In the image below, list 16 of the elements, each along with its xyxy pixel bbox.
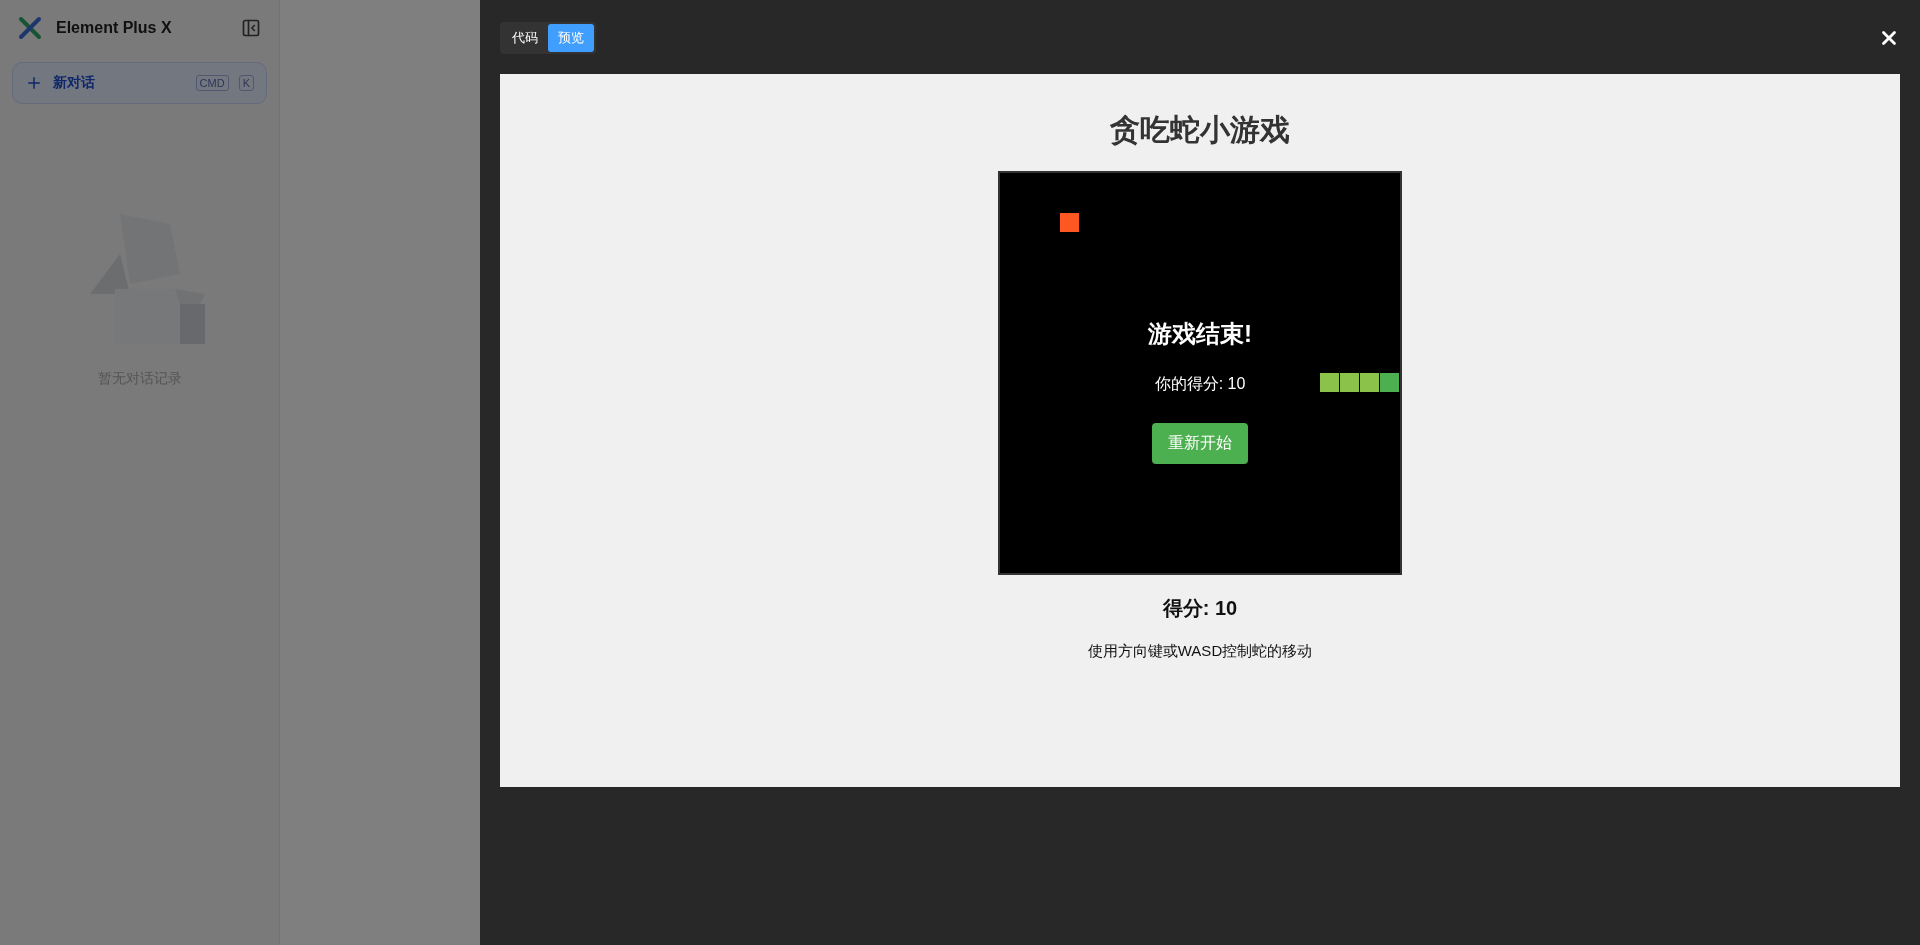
tab[interactable]: 预览: [548, 24, 594, 52]
controls-hint: 使用方向键或WASD控制蛇的移动: [1087, 642, 1313, 661]
tab[interactable]: 代码: [502, 24, 548, 52]
final-score: 你的得分: 10: [1154, 374, 1246, 394]
collapse-sidebar-icon[interactable]: [241, 18, 261, 38]
shortcut-key: CMD: [195, 75, 229, 91]
x-logo-icon: [18, 16, 42, 40]
app-title: Element Plus X: [56, 19, 173, 37]
shortcut-key: K: [238, 75, 254, 91]
score-text: 得分: 10: [1162, 596, 1238, 621]
game-over-heading: 游戏结束!: [1148, 319, 1252, 349]
food-icon: [1060, 213, 1079, 232]
restart-button[interactable]: 重新开始: [1152, 423, 1248, 464]
plus-icon: [25, 74, 43, 92]
game-title: 贪吃蛇小游戏: [1110, 112, 1290, 148]
new-chat-button[interactable]: 新对话 CMD K: [12, 62, 267, 104]
